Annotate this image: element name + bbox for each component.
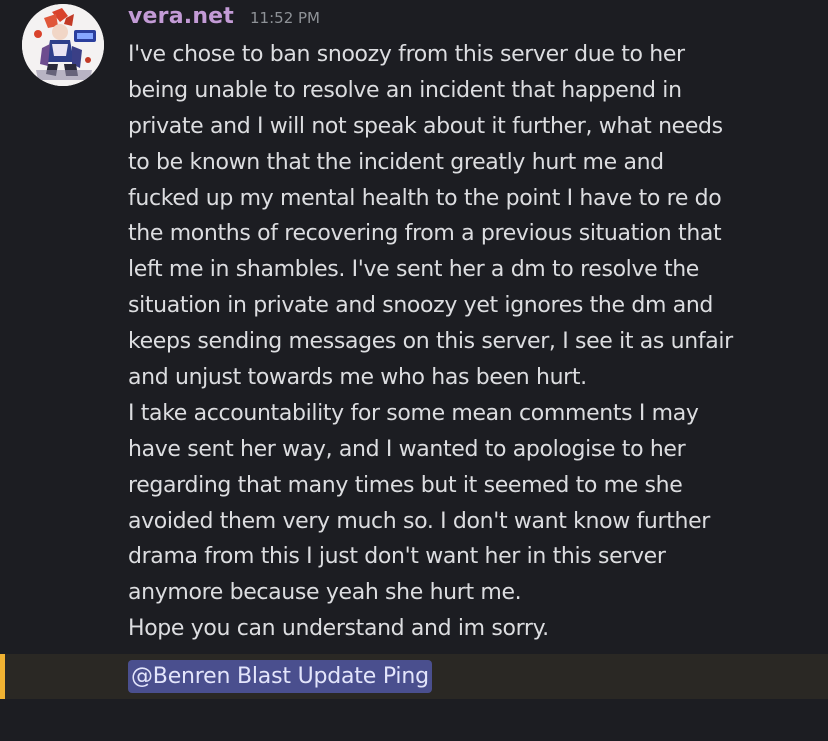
author-username[interactable]: vera.net (128, 4, 234, 29)
role-mention[interactable]: @Benren Blast Update Ping (128, 660, 432, 693)
message-line: keeps sending messages on this server, I… (128, 329, 733, 355)
message-line: Hope you can understand and im sorry. (128, 616, 549, 642)
message-line: drama from this I just don't want her in… (128, 544, 666, 570)
message-line: regarding that many times but it seemed … (128, 472, 683, 498)
message-line: anymore because yeah she hurt me. (128, 580, 522, 606)
avatar-image (22, 4, 104, 86)
message-line: fucked up my mental health to the point … (128, 185, 722, 211)
message-line: situation in private and snoozy yet igno… (128, 293, 714, 319)
mention-highlight-row: @Benren Blast Update Ping (0, 654, 828, 699)
message-line: to be known that the incident greatly hu… (128, 149, 664, 175)
message-line: and unjust towards me who has been hurt. (128, 365, 587, 391)
message-line: I take accountability for some mean comm… (128, 400, 699, 426)
message-timestamp: 11:52 PM (250, 9, 320, 27)
message-line: private and I will not speak about it fu… (128, 113, 723, 139)
message-line: I've chose to ban snoozy from this serve… (128, 42, 685, 67)
message-content: I've chose to ban snoozy from this serve… (128, 37, 818, 647)
mention-highlight-bar (0, 654, 5, 699)
chat-message: vera.net 11:52 PM I've chose to ban snoo… (0, 0, 828, 741)
message-header: vera.net 11:52 PM (128, 4, 320, 34)
message-line: being unable to resolve an incident that… (128, 77, 682, 103)
user-avatar[interactable] (22, 4, 104, 86)
message-line: have sent her way, and I wanted to apolo… (128, 436, 686, 462)
message-line: left me in shambles. I've sent her a dm … (128, 257, 699, 283)
message-line: the months of recovering from a previous… (128, 221, 722, 247)
message-line: avoided them very much so. I don't want … (128, 508, 710, 534)
